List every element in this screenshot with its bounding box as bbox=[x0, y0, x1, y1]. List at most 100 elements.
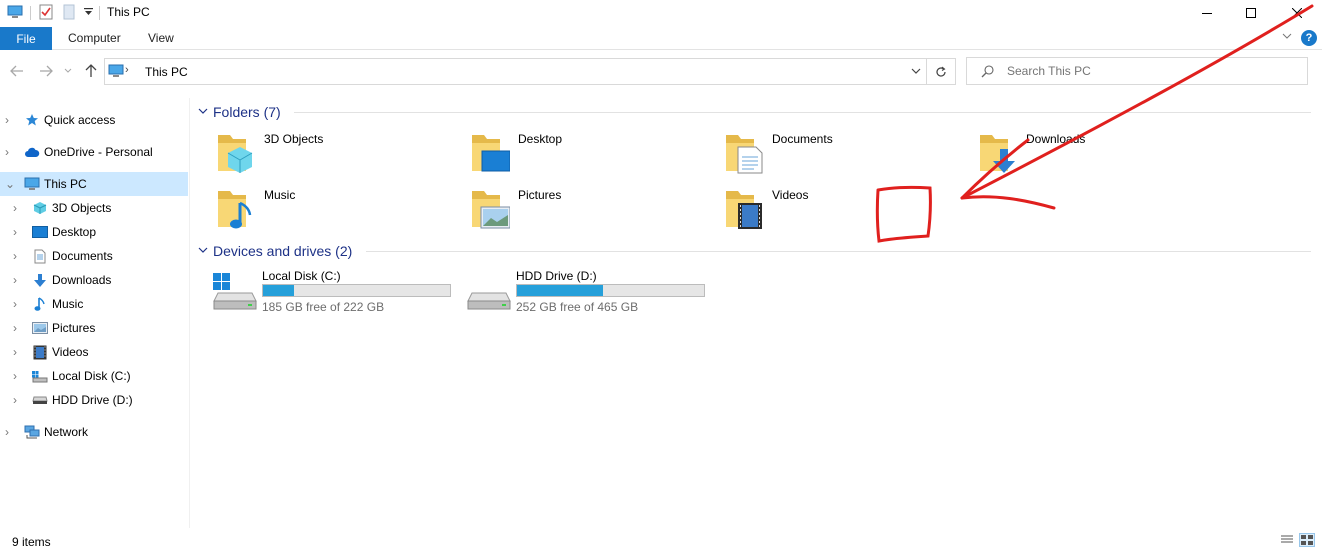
sidebar-item-label: OneDrive - Personal bbox=[44, 145, 153, 159]
tab-file[interactable]: File bbox=[0, 27, 52, 50]
chevron-down-icon[interactable]: ⌄ bbox=[5, 177, 15, 191]
network-icon bbox=[24, 424, 40, 440]
windows-drive-icon bbox=[32, 368, 48, 384]
chevron-right-icon[interactable]: › bbox=[13, 369, 23, 383]
chevron-right-icon[interactable]: › bbox=[13, 393, 23, 407]
download-icon bbox=[32, 272, 48, 288]
sidebar-item-hdd-drive-d[interactable]: › HDD Drive (D:) bbox=[0, 388, 188, 412]
chevron-right-icon[interactable]: › bbox=[13, 297, 23, 311]
sidebar-item-quick-access[interactable]: › Quick access bbox=[0, 108, 188, 132]
desktop-icon bbox=[32, 224, 48, 240]
folder-item-desktop[interactable]: Desktop bbox=[470, 131, 710, 175]
back-button[interactable] bbox=[8, 62, 26, 80]
folder-item-3d-objects[interactable]: 3D Objects bbox=[216, 131, 456, 175]
up-button[interactable] bbox=[82, 62, 100, 80]
sidebar-item-documents[interactable]: › Documents bbox=[0, 244, 188, 268]
sidebar-item-label: Network bbox=[44, 425, 89, 439]
chevron-right-icon[interactable]: › bbox=[5, 113, 15, 127]
folder-item-downloads[interactable]: Downloads bbox=[978, 131, 1218, 175]
tab-view[interactable]: View bbox=[148, 31, 174, 45]
sidebar-item-desktop[interactable]: › Desktop bbox=[0, 220, 188, 244]
tab-computer[interactable]: Computer bbox=[68, 31, 121, 45]
ribbon-tabs: File Computer View ? bbox=[0, 27, 1322, 50]
cube-icon bbox=[216, 131, 256, 175]
view-switcher bbox=[1280, 533, 1315, 547]
forward-button[interactable] bbox=[37, 62, 55, 80]
windows-drive-icon bbox=[212, 271, 258, 311]
folder-item-pictures[interactable]: Pictures bbox=[470, 187, 710, 231]
sidebar-item-label: Videos bbox=[52, 345, 89, 359]
chevron-right-icon[interactable]: › bbox=[13, 225, 23, 239]
document-icon bbox=[32, 248, 48, 264]
title-bar: This PC bbox=[0, 0, 1322, 26]
sidebar-item-label: Quick access bbox=[44, 113, 116, 127]
divider bbox=[294, 112, 1311, 113]
details-view-icon[interactable] bbox=[1280, 534, 1294, 546]
chevron-right-icon[interactable]: › bbox=[13, 321, 23, 335]
status-item-count: 9 items bbox=[12, 535, 51, 549]
chevron-down-icon[interactable] bbox=[911, 64, 921, 78]
search-input[interactable] bbox=[1007, 62, 1297, 80]
sidebar-item-onedrive[interactable]: › OneDrive - Personal bbox=[0, 140, 188, 164]
music-note-icon bbox=[32, 296, 48, 312]
drive-free-space: 185 GB free of 222 GB bbox=[262, 300, 385, 314]
folder-item-music[interactable]: Music bbox=[216, 187, 456, 231]
sidebar-item-label: 3D Objects bbox=[52, 201, 112, 215]
chevron-down-icon[interactable] bbox=[198, 245, 213, 257]
new-folder-icon[interactable] bbox=[60, 3, 78, 21]
sidebar-item-videos[interactable]: › Videos bbox=[0, 340, 188, 364]
drive-item-local-disk-c[interactable]: Local Disk (C:) 185 GB free of 222 GB bbox=[212, 269, 462, 314]
drive-label: HDD Drive (D:) bbox=[516, 269, 597, 283]
sidebar-item-pictures[interactable]: › Pictures bbox=[0, 316, 188, 340]
drive-usage-bar bbox=[262, 284, 451, 297]
breadcrumb-chevron-icon[interactable]: › bbox=[125, 64, 129, 76]
breadcrumb[interactable]: This PC bbox=[145, 65, 188, 79]
sidebar-item-3d-objects[interactable]: › 3D Objects bbox=[0, 196, 188, 220]
folder-item-videos[interactable]: Videos bbox=[724, 187, 964, 231]
sidebar-item-label: HDD Drive (D:) bbox=[52, 393, 133, 407]
minimize-button[interactable] bbox=[1184, 0, 1230, 26]
cloud-icon bbox=[24, 144, 40, 160]
hard-drive-icon bbox=[32, 392, 48, 408]
recent-locations-button[interactable] bbox=[62, 62, 74, 80]
chevron-right-icon[interactable]: › bbox=[13, 201, 23, 215]
music-note-icon bbox=[216, 187, 256, 231]
cube-icon bbox=[32, 200, 48, 216]
expand-ribbon-icon[interactable] bbox=[1282, 29, 1292, 43]
chevron-right-icon[interactable]: › bbox=[13, 345, 23, 359]
computer-icon bbox=[6, 3, 24, 21]
chevron-right-icon[interactable]: › bbox=[5, 425, 15, 439]
close-button[interactable] bbox=[1274, 0, 1320, 26]
chevron-down-icon[interactable] bbox=[198, 106, 213, 118]
chevron-right-icon[interactable]: › bbox=[13, 273, 23, 287]
folder-label: Desktop bbox=[518, 132, 563, 146]
picture-icon bbox=[32, 320, 48, 336]
hard-drive-icon bbox=[466, 271, 512, 311]
sidebar-item-network[interactable]: › Network bbox=[0, 420, 188, 444]
address-bar[interactable]: › This PC bbox=[104, 58, 956, 85]
folder-item-documents[interactable]: Documents bbox=[724, 131, 964, 175]
section-title: Folders (7) bbox=[213, 104, 281, 120]
picture-icon bbox=[470, 187, 511, 231]
drives-section-header[interactable]: Devices and drives (2) bbox=[198, 242, 1311, 260]
properties-icon[interactable] bbox=[37, 3, 55, 21]
help-button[interactable]: ? bbox=[1301, 30, 1317, 46]
search-box[interactable] bbox=[966, 57, 1308, 85]
sidebar-item-label: Pictures bbox=[52, 321, 96, 335]
folder-label: Downloads bbox=[1026, 132, 1086, 146]
sidebar-item-local-disk-c[interactable]: › Local Disk (C:) bbox=[0, 364, 188, 388]
document-icon bbox=[724, 131, 764, 175]
chevron-right-icon[interactable]: › bbox=[13, 249, 23, 263]
customize-toolbar-icon[interactable] bbox=[82, 3, 94, 21]
sidebar-item-downloads[interactable]: › Downloads bbox=[0, 268, 188, 292]
large-icons-view-icon[interactable] bbox=[1299, 533, 1315, 547]
refresh-button[interactable] bbox=[926, 59, 955, 84]
chevron-right-icon[interactable]: › bbox=[5, 145, 15, 159]
sidebar-item-music[interactable]: › Music bbox=[0, 292, 188, 316]
sidebar-item-this-pc[interactable]: ⌄ This PC bbox=[0, 172, 188, 196]
folders-section-header[interactable]: Folders (7) bbox=[198, 103, 1311, 121]
maximize-button[interactable] bbox=[1228, 0, 1274, 26]
folder-label: Documents bbox=[772, 132, 833, 146]
drive-usage-bar bbox=[516, 284, 705, 297]
drive-item-hdd-drive-d[interactable]: HDD Drive (D:) 252 GB free of 465 GB bbox=[466, 269, 716, 314]
